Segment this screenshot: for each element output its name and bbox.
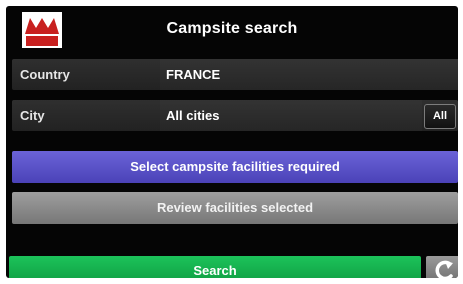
city-value: All cities: [166, 108, 220, 123]
search-button[interactable]: Search: [9, 256, 421, 278]
country-label: Country: [20, 67, 70, 82]
country-field[interactable]: FRANCE: [160, 59, 458, 90]
all-cities-button[interactable]: All: [424, 104, 456, 129]
city-label: City: [20, 108, 45, 123]
city-field[interactable]: All cities: [160, 100, 422, 131]
city-row[interactable]: City All cities All: [12, 100, 458, 131]
select-facilities-button[interactable]: Select campsite facilities required: [12, 151, 458, 183]
country-value: FRANCE: [166, 67, 221, 82]
page-title: Campsite search: [166, 20, 298, 37]
back-button[interactable]: [426, 256, 458, 278]
country-row[interactable]: Country FRANCE: [12, 59, 458, 90]
screen: Campsite search Country FRANCE City All …: [6, 6, 458, 278]
review-facilities-button[interactable]: Review facilities selected: [12, 192, 458, 224]
header: Campsite search: [6, 6, 458, 52]
back-arrow-icon: [435, 260, 453, 278]
